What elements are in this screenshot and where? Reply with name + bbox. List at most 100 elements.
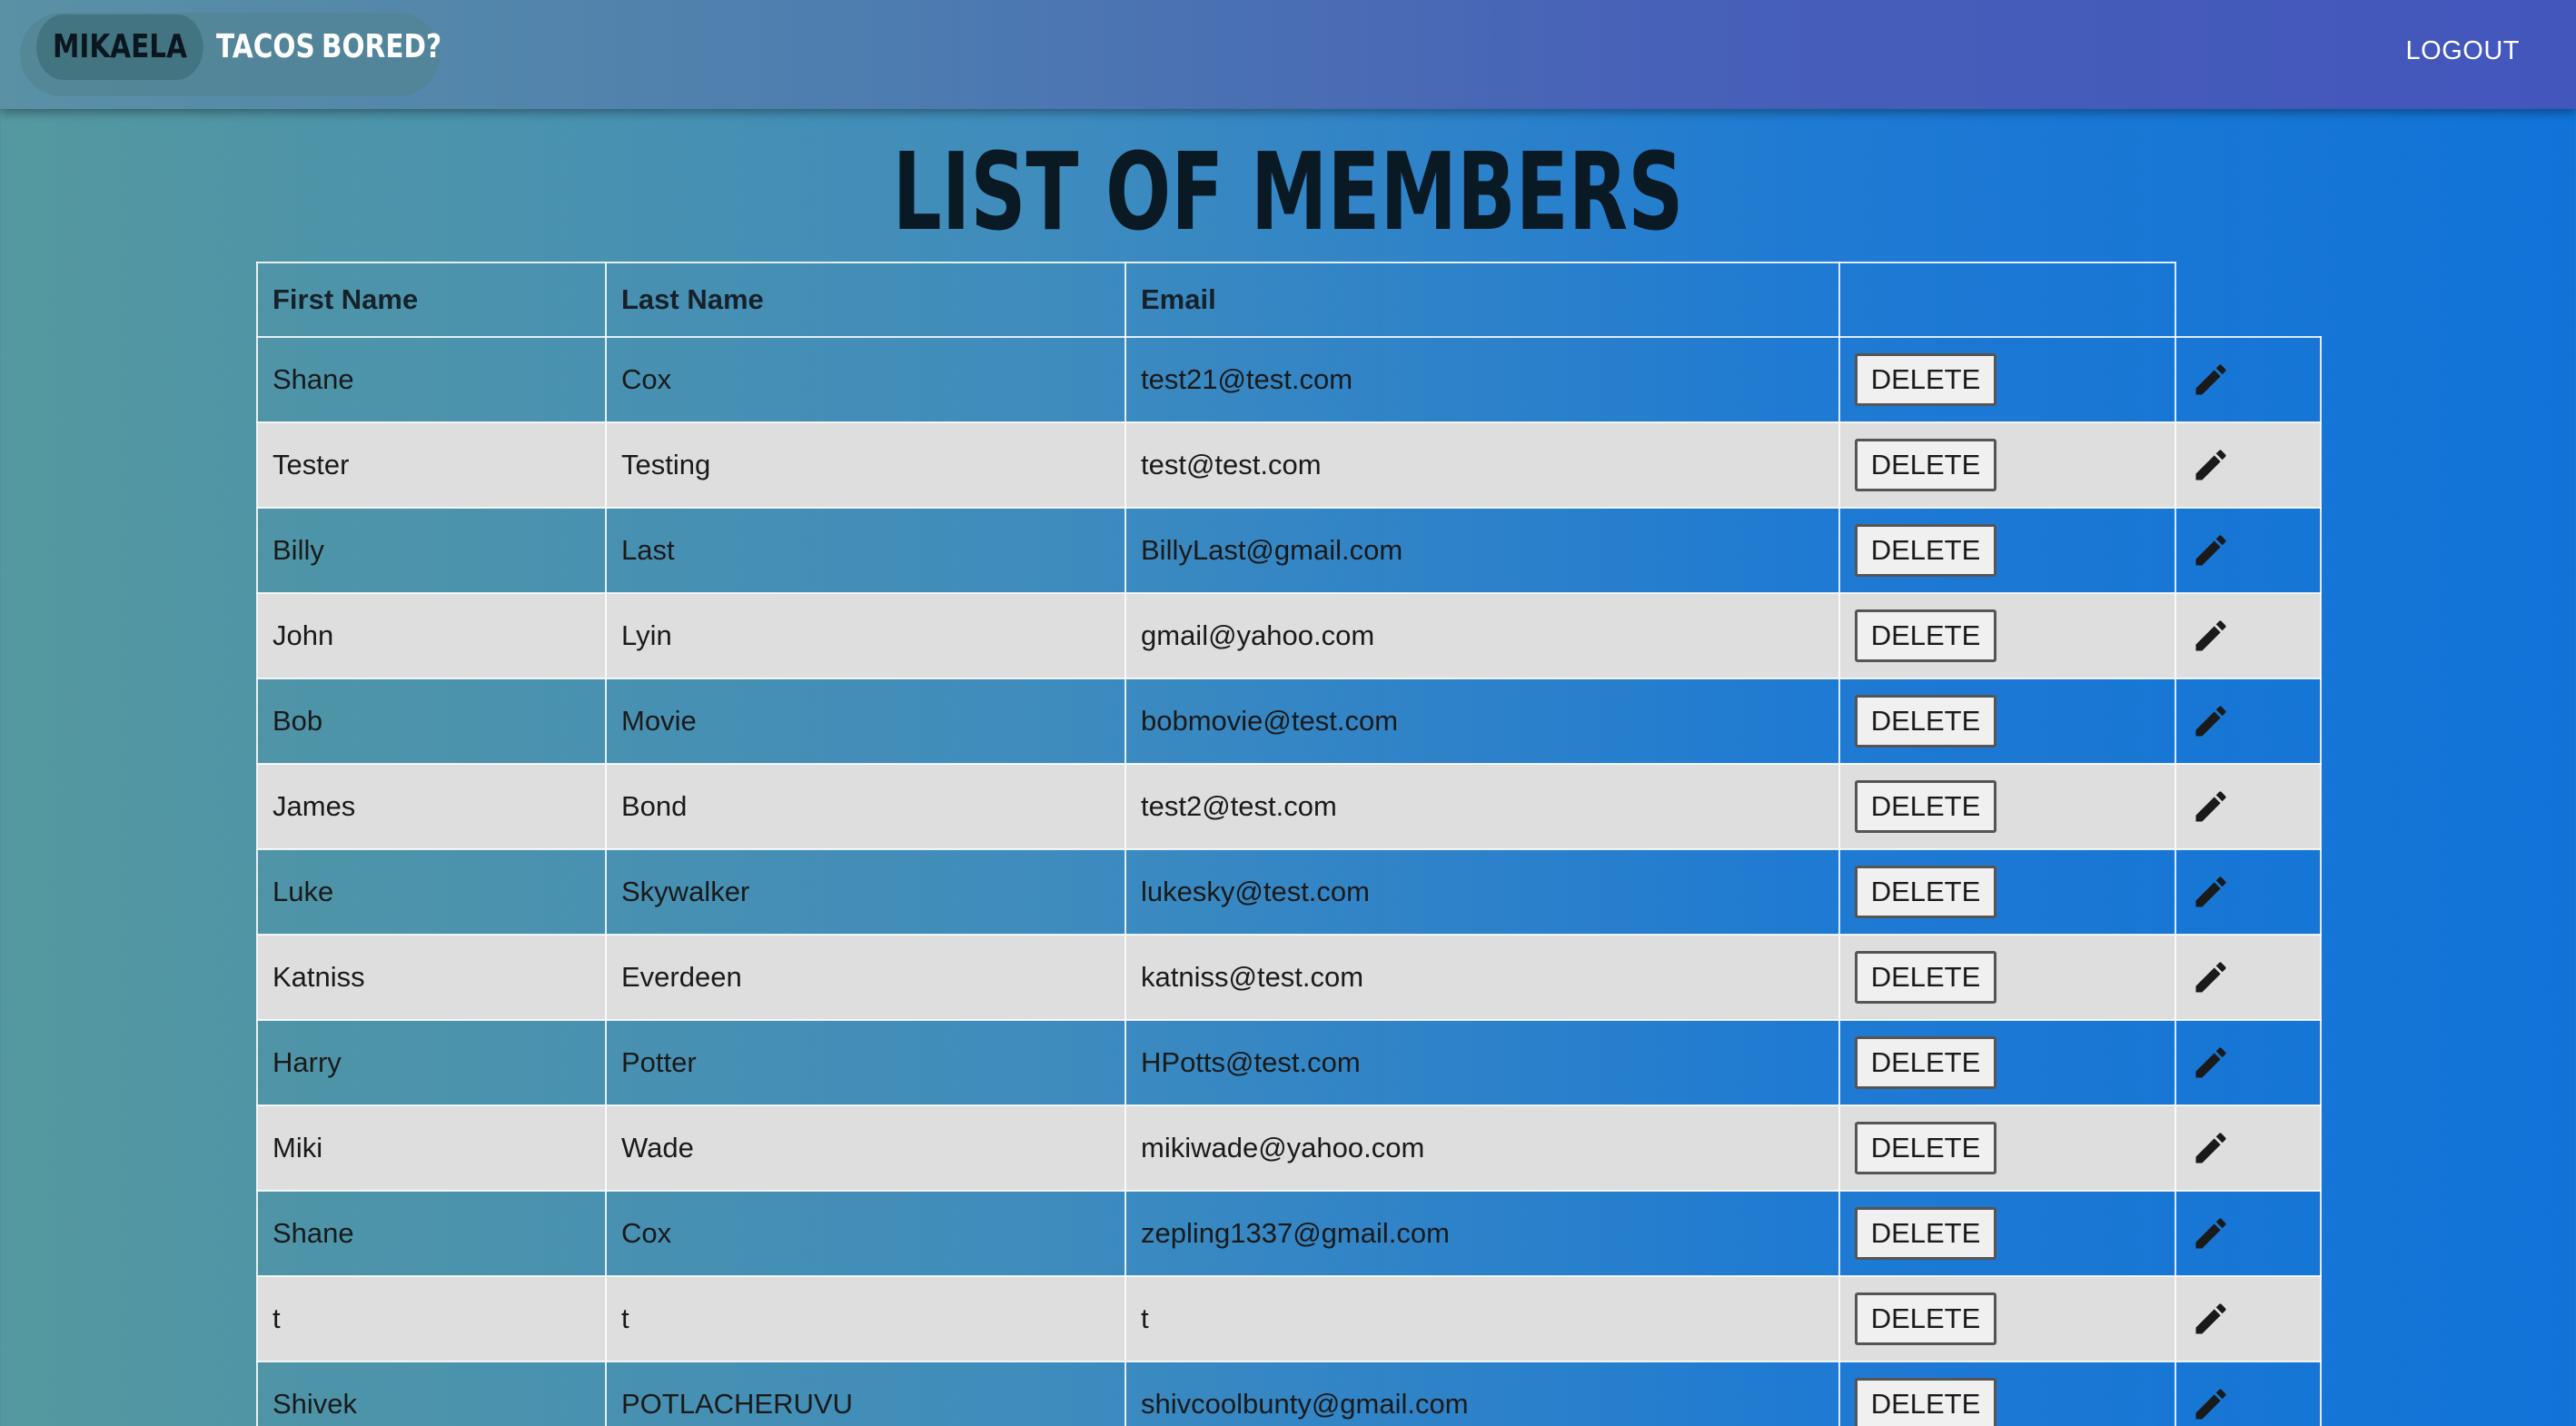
delete-button[interactable]: DELETE [1855, 439, 1996, 491]
table-row: Harry Potter HPotts@test.com DELETE [256, 1019, 2322, 1106]
nav-link-tacos[interactable]: Tacos [216, 18, 315, 76]
cell-delete: DELETE [1838, 421, 2176, 509]
pencil-icon[interactable] [2191, 616, 2231, 656]
cell-edit [2175, 934, 2322, 1021]
cell-last-name: Potter [605, 1019, 1126, 1106]
cell-last-name: Cox [605, 336, 1126, 423]
pencil-icon[interactable] [2191, 957, 2231, 997]
pencil-icon[interactable] [2191, 787, 2231, 827]
cell-email: shivcoolbunty@gmail.com [1125, 1361, 1840, 1426]
table-row: Bob Movie bobmovie@test.com DELETE [256, 678, 2322, 765]
header-actions-blank [1838, 262, 2176, 338]
cell-first-name: Shane [256, 336, 607, 423]
nav-link-bored[interactable]: Bored? [322, 18, 441, 76]
table-header-row: First Name Last Name Email [256, 262, 2321, 338]
cell-email: HPotts@test.com [1125, 1019, 1840, 1106]
pencil-icon[interactable] [2191, 1299, 2231, 1339]
table-row: Shane Cox zepling1337@gmail.com DELETE [256, 1190, 2322, 1277]
pencil-icon[interactable] [2191, 1384, 2231, 1424]
cell-edit [2175, 1104, 2322, 1192]
cell-email: lukesky@test.com [1125, 848, 1840, 936]
cell-first-name: Shane [256, 1190, 607, 1277]
delete-button[interactable]: DELETE [1855, 1122, 1996, 1174]
cell-first-name: Shivek [256, 1361, 607, 1426]
cell-last-name: Everdeen [605, 934, 1126, 1021]
cell-edit [2175, 336, 2322, 423]
cell-delete: DELETE [1838, 507, 2176, 594]
cell-edit [2175, 1275, 2322, 1362]
table-row: t t t DELETE [256, 1275, 2322, 1362]
cell-delete: DELETE [1838, 678, 2176, 765]
cell-email: gmail@yahoo.com [1125, 592, 1840, 679]
cell-email: zepling1337@gmail.com [1125, 1190, 1840, 1277]
pencil-icon[interactable] [2191, 1043, 2231, 1083]
delete-button[interactable]: DELETE [1855, 1292, 1996, 1345]
delete-button[interactable]: DELETE [1855, 353, 1996, 406]
header-edit-blank [2175, 262, 2321, 337]
cell-edit [2175, 1190, 2322, 1277]
delete-button[interactable]: DELETE [1855, 695, 1996, 748]
nav-brand-link[interactable]: Mikaela [36, 15, 203, 80]
cell-edit [2175, 848, 2322, 936]
pencil-icon[interactable] [2191, 1213, 2231, 1253]
cell-first-name: Luke [256, 848, 607, 936]
pencil-icon[interactable] [2191, 445, 2231, 485]
cell-delete: DELETE [1838, 763, 2176, 850]
pencil-icon[interactable] [2191, 360, 2231, 400]
delete-button[interactable]: DELETE [1855, 1207, 1996, 1260]
header-last-name: Last Name [605, 262, 1126, 338]
cell-email: test@test.com [1125, 421, 1840, 509]
table-row: Katniss Everdeen katniss@test.com DELETE [256, 934, 2322, 1021]
logout-link[interactable]: LOGOUT [2406, 31, 2520, 71]
delete-button[interactable]: DELETE [1855, 780, 1996, 833]
cell-first-name: Katniss [256, 934, 607, 1021]
cell-delete: DELETE [1838, 336, 2176, 423]
cell-edit [2175, 763, 2322, 850]
delete-button[interactable]: DELETE [1855, 524, 1996, 577]
cell-last-name: Last [605, 507, 1126, 594]
top-navbar: Mikaela Tacos Bored? LOGOUT [0, 0, 2576, 109]
delete-button[interactable]: DELETE [1855, 1036, 1996, 1089]
cell-last-name: Cox [605, 1190, 1126, 1277]
cell-edit [2175, 678, 2322, 765]
cell-delete: DELETE [1838, 1104, 2176, 1192]
cell-first-name: Billy [256, 507, 607, 594]
cell-last-name: Bond [605, 763, 1126, 850]
cell-first-name: Tester [256, 421, 607, 509]
cell-first-name: John [256, 592, 607, 679]
cell-last-name: POTLACHERUVU [605, 1361, 1126, 1426]
table-row: Shivek POTLACHERUVU shivcoolbunty@gmail.co… [256, 1361, 2322, 1426]
table-row: Shane Cox test21@test.com DELETE [256, 336, 2322, 423]
cell-delete: DELETE [1838, 1019, 2176, 1106]
cell-first-name: Harry [256, 1019, 607, 1106]
cell-email: katniss@test.com [1125, 934, 1840, 1021]
pencil-icon[interactable] [2191, 701, 2231, 741]
table-row: Luke Skywalker lukesky@test.com DELETE [256, 848, 2322, 936]
members-table: First Name Last Name Email Shane Cox test2… [256, 262, 2322, 1426]
pencil-icon[interactable] [2191, 530, 2231, 570]
cell-last-name: Movie [605, 678, 1126, 765]
cell-last-name: Testing [605, 421, 1126, 509]
delete-button[interactable]: DELETE [1855, 866, 1996, 918]
cell-email: test21@test.com [1125, 336, 1840, 423]
cell-email: test2@test.com [1125, 763, 1840, 850]
cell-first-name: James [256, 763, 607, 850]
cell-email: BillyLast@gmail.com [1125, 507, 1840, 594]
pencil-icon[interactable] [2191, 1128, 2231, 1168]
cell-delete: DELETE [1838, 592, 2176, 679]
cell-delete: DELETE [1838, 934, 2176, 1021]
cell-delete: DELETE [1838, 848, 2176, 936]
cell-edit [2175, 1361, 2322, 1426]
cell-first-name: Miki [256, 1104, 607, 1192]
delete-button[interactable]: DELETE [1855, 609, 1996, 662]
delete-button[interactable]: DELETE [1855, 951, 1996, 1004]
cell-last-name: Wade [605, 1104, 1126, 1192]
delete-button[interactable]: DELETE [1855, 1378, 1996, 1426]
cell-edit [2175, 1019, 2322, 1106]
pencil-icon[interactable] [2191, 872, 2231, 912]
table-row: Tester Testing test@test.com DELETE [256, 421, 2322, 509]
cell-first-name: Bob [256, 678, 607, 765]
table-row: John Lyin gmail@yahoo.com DELETE [256, 592, 2322, 679]
cell-last-name: t [605, 1275, 1126, 1362]
cell-delete: DELETE [1838, 1275, 2176, 1362]
